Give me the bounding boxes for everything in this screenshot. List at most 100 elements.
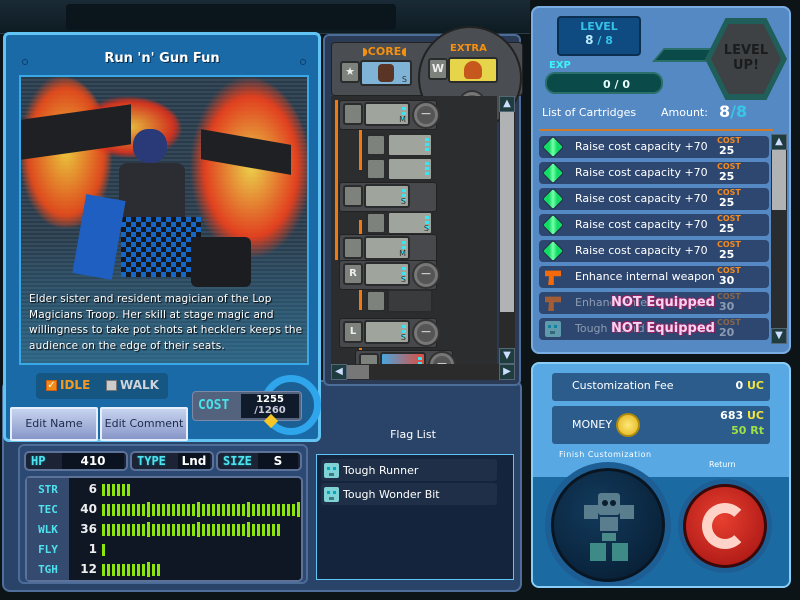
idle-toggle[interactable]: ✓ IDLE — [46, 378, 90, 392]
parts-horizontal-scrollbar[interactable]: ◀ ▶ — [331, 364, 515, 380]
stat-bar-segment — [222, 504, 225, 516]
part-slot-button[interactable]: M — [364, 102, 410, 126]
walk-toggle[interactable]: WALK — [106, 378, 159, 392]
stat-bar-segment — [102, 484, 105, 496]
core-slot[interactable]: S — [360, 60, 412, 86]
stat-bar-segment — [107, 484, 110, 496]
part-slot-button[interactable]: S — [364, 320, 410, 344]
gun-icon — [545, 296, 561, 311]
edit-comment-button[interactable]: Edit Comment — [100, 407, 188, 441]
stat-bar-segment — [207, 504, 210, 516]
scroll-down-icon[interactable]: ▼ — [771, 328, 787, 344]
return-button[interactable] — [683, 484, 767, 568]
stat-label: TGH — [38, 563, 58, 576]
scroll-left-icon[interactable]: ◀ — [331, 364, 347, 380]
cartridge-name: Raise cost capacity +70 — [575, 140, 708, 153]
extra-slot[interactable] — [448, 57, 498, 83]
stat-bar-segment — [227, 524, 230, 536]
stat-bar-segment — [102, 504, 105, 516]
stat-bar-segment — [262, 504, 265, 516]
stat-bar-segment — [182, 524, 185, 536]
flag-item[interactable]: Tough Wonder Bit — [321, 483, 497, 505]
core-part-icon — [378, 64, 394, 82]
remove-part-button[interactable]: − — [414, 321, 438, 345]
scroll-up-icon[interactable]: ▲ — [771, 134, 787, 150]
stat-bar-segment — [122, 564, 125, 576]
stat-bar-segment — [217, 504, 220, 516]
stat-bar-segment — [257, 524, 260, 536]
remove-part-button[interactable]: − — [430, 353, 454, 364]
stat-bar-segment — [172, 504, 175, 516]
stat-bar — [102, 544, 105, 556]
stat-bar-segment — [297, 502, 300, 517]
part-slot-button[interactable]: S — [364, 262, 410, 286]
cartridge-item[interactable]: Tough Guard COST 20 NOT Equipped — [539, 318, 769, 340]
cartridge-item[interactable]: Raise cost capacity +70 COST 25 — [539, 161, 769, 185]
stat-bar-segment — [242, 524, 245, 536]
scroll-thumb[interactable] — [347, 365, 369, 379]
part-slot-button[interactable]: S — [364, 184, 410, 208]
character-preview[interactable]: Elder sister and resident magician of th… — [19, 75, 309, 365]
stat-bar-segment — [267, 504, 270, 516]
right-weapon-slot-icon — [366, 290, 386, 312]
part-slot-legs[interactable]: S — [339, 182, 437, 212]
stat-bar-segment — [117, 524, 120, 536]
stat-bar-segment — [232, 524, 235, 536]
checkbox-icon — [106, 379, 117, 391]
customization-fee: Customization Fee 0 UC — [552, 373, 770, 401]
cartridge-name: Raise cost capacity +70 — [575, 218, 708, 231]
part-slot-left-hand[interactable]: L S − — [339, 318, 438, 348]
robot-flag-icon — [324, 462, 339, 478]
leg-arm-slot-icon — [366, 212, 386, 234]
stat-bar-segment — [197, 522, 200, 537]
cartridge-item[interactable]: Raise cost capacity +70 COST 25 — [539, 239, 769, 263]
part-slot-right-hand[interactable]: R S − — [339, 260, 438, 290]
flag-item[interactable]: Tough Runner — [321, 459, 497, 481]
cartridge-cost: 25 — [719, 144, 735, 157]
stat-bar-segment — [282, 504, 285, 516]
part-slot-left-weapon[interactable]: − — [355, 350, 454, 364]
stat-bar-segment — [132, 524, 135, 536]
part-slot-button[interactable]: S — [387, 211, 433, 235]
scroll-down-icon[interactable]: ▼ — [499, 348, 515, 364]
stat-bar-segment — [247, 522, 250, 537]
part-slot-button[interactable] — [380, 352, 426, 364]
stat-bar-segment — [127, 524, 130, 536]
stat-bar — [102, 484, 130, 496]
cartridge-item[interactable]: Raise cost capacity +70 COST 25 — [539, 213, 769, 237]
part-slot-leg-arm[interactable]: S — [363, 210, 437, 235]
stat-bar-segment — [217, 524, 220, 536]
remove-part-button[interactable]: − — [414, 263, 438, 287]
part-slot-button[interactable] — [387, 133, 433, 157]
cartridge-item[interactable]: Raise cost capacity +70 COST 25 — [539, 187, 769, 211]
cartridge-item[interactable]: Raise cost capacity +70 COST 25 — [539, 135, 769, 159]
part-slot-accessory-head[interactable] — [363, 132, 437, 157]
cartridge-item[interactable]: Enhance internal weapon COST 30 NOT Equippe… — [539, 292, 769, 314]
character-description: Elder sister and resident magician of th… — [29, 293, 303, 352]
scroll-thumb[interactable] — [500, 112, 514, 312]
cartridge-item[interactable]: Enhance internal weapon COST 30 — [539, 266, 769, 288]
scroll-thumb[interactable] — [772, 150, 786, 210]
hp-display: HP 410 — [24, 451, 128, 471]
part-slot-head[interactable]: M − — [339, 100, 438, 130]
remove-part-button[interactable]: − — [414, 103, 438, 127]
stat-bar — [102, 522, 280, 537]
stat-bar-segment — [202, 504, 205, 516]
cartridge-scrollbar[interactable]: ▲ ▼ — [771, 134, 787, 344]
finish-customization-button[interactable] — [551, 468, 665, 582]
stat-bar-segment — [222, 524, 225, 536]
parts-tree[interactable]: M − S S M R S − L S − − — [331, 96, 497, 364]
part-slot-accessory-face[interactable] — [363, 156, 437, 181]
scroll-up-icon[interactable]: ▲ — [499, 96, 515, 112]
edit-name-button[interactable]: Edit Name — [10, 407, 98, 441]
core-label: ◗CORE◖ — [362, 45, 408, 58]
stat-bar-segment — [267, 524, 270, 536]
part-slot-button[interactable] — [387, 157, 433, 181]
part-slot-button[interactable] — [387, 289, 433, 313]
part-slot-right-weapon[interactable] — [363, 288, 437, 313]
extra-part-icon — [464, 61, 482, 79]
parts-vertical-scrollbar[interactable]: ▲ ▼ — [499, 96, 515, 364]
not-equipped-label: NOT Equipped — [611, 321, 715, 336]
part-slot-button[interactable]: M — [364, 236, 410, 260]
scroll-right-icon[interactable]: ▶ — [499, 364, 515, 380]
